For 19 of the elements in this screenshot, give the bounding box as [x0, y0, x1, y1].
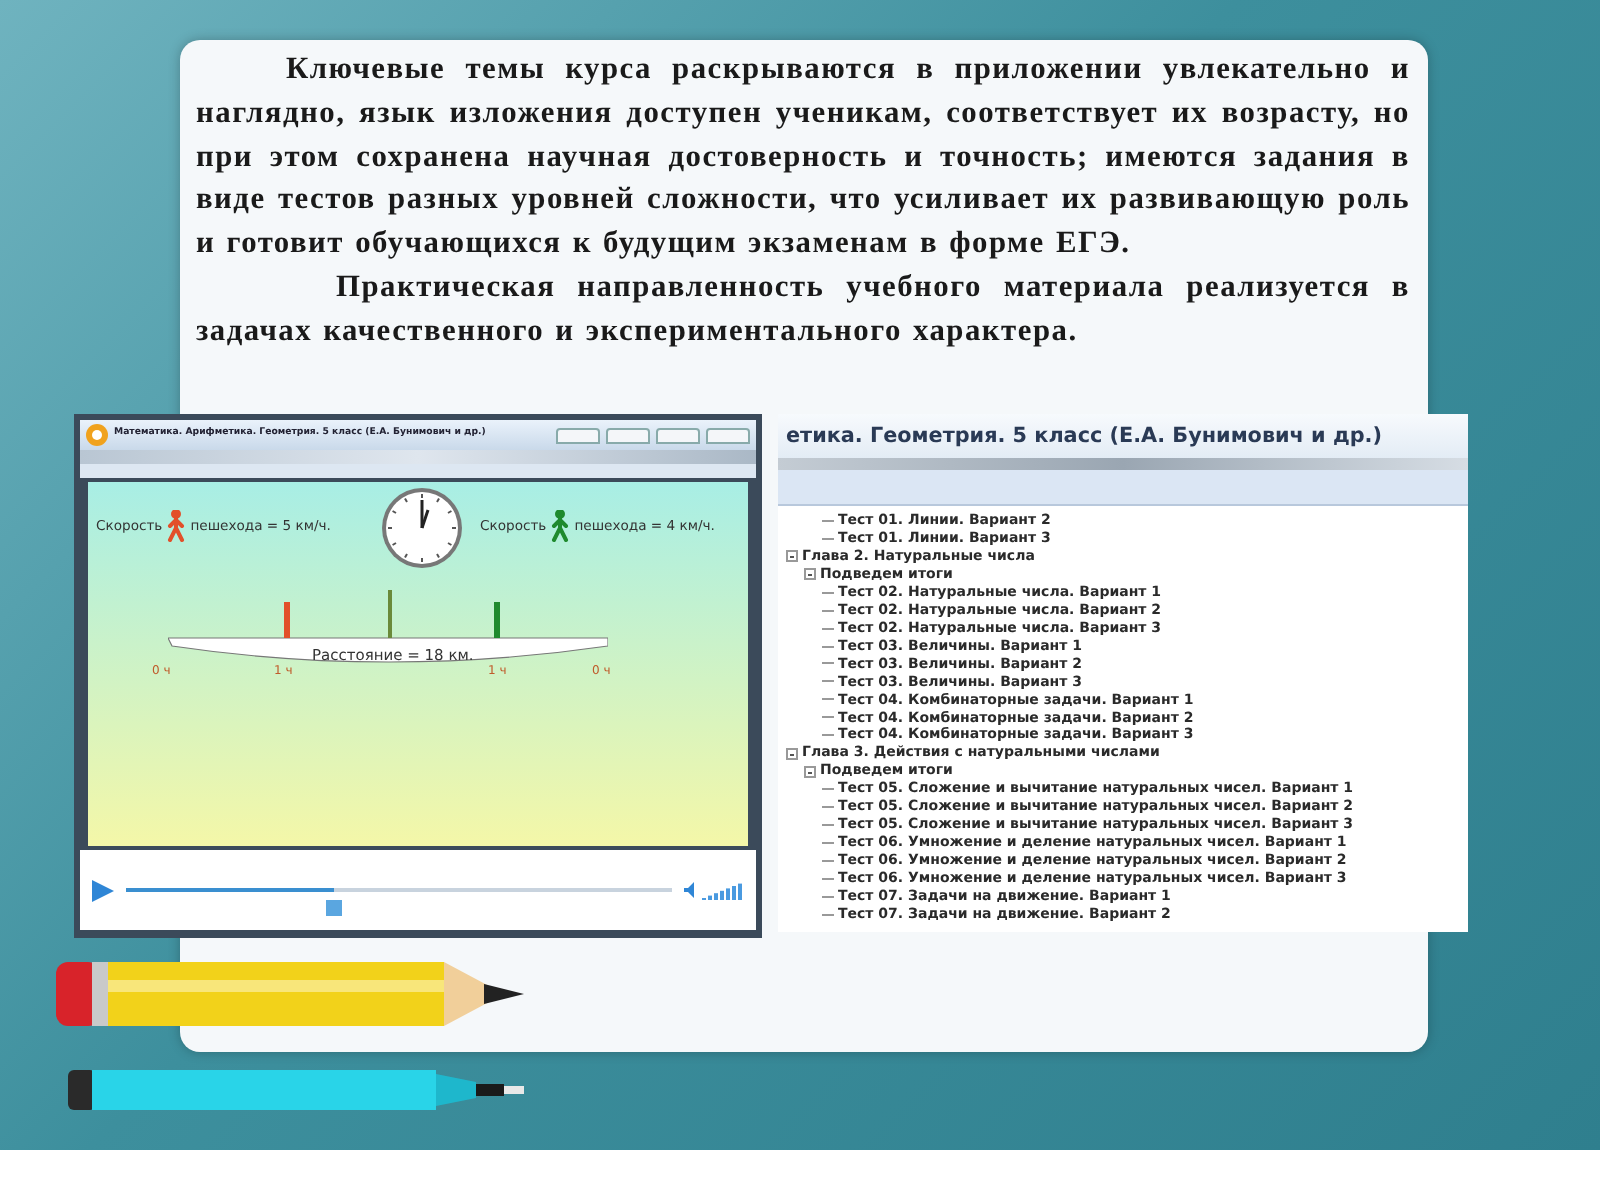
collapse-icon[interactable] — [786, 747, 798, 760]
collapse-icon[interactable] — [804, 765, 816, 778]
clock-icon — [380, 486, 464, 570]
paragraph: Ключевые темы курса раскрываются в приложении увлекательно и наглядно, язык изложения доступен ученикам, соответствует их возрасту, но при этом сохранена научная достоверность и точность; имеются задания в виде тестов разных уровней сложности, что усиливает их развивающую роль и готовит обучающихся к будущим экзаменам в форме ЕГЭ. — [196, 50, 1410, 265]
volume-icon[interactable] — [684, 880, 744, 900]
play-button[interactable] — [92, 879, 114, 901]
person-marker — [494, 602, 500, 638]
person-marker — [284, 602, 290, 638]
tab[interactable] — [556, 427, 600, 443]
tab[interactable] — [606, 427, 650, 443]
meeting-point-marker — [388, 590, 392, 638]
slider-thumb[interactable] — [325, 900, 342, 916]
paragraph: Практическая направленность учебного материала реализуется в задачах качественного и экспериментального характера. — [196, 267, 1410, 352]
collapse-icon[interactable] — [804, 568, 816, 581]
tab[interactable] — [706, 427, 750, 443]
tab[interactable] — [656, 427, 700, 443]
logo-icon — [86, 424, 108, 446]
window-title: етика. Геометрия. 5 класс (Е.А. Бунимович и др.) — [778, 414, 1468, 458]
collapse-icon[interactable] — [786, 550, 798, 563]
